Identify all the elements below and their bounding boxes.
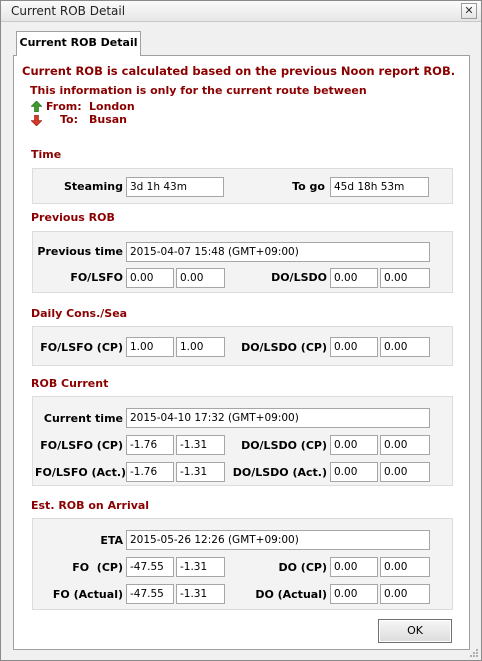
- arrival-fo-cp-field[interactable]: -47.55: [126, 557, 174, 577]
- arrival-do-cp-label: DO (CP): [278, 561, 327, 574]
- section-title-rob-current: ROB Current: [31, 377, 109, 390]
- prev-do-field[interactable]: 0.00: [330, 268, 378, 288]
- arrival-lsdo-cp-field[interactable]: 0.00: [380, 557, 430, 577]
- prev-fo-lsfo-label: FO/LSFO: [70, 271, 123, 284]
- current-lsdo-act-field[interactable]: 0.00: [380, 462, 430, 482]
- red-down-arrow-icon: [31, 115, 42, 126]
- previous-time-field[interactable]: 2015-04-07 15:48 (GMT+09:00): [126, 242, 430, 262]
- current-fo-lsfo-act-label: FO/LSFO (Act.): [35, 466, 127, 479]
- daily-do-lsdo-cp-label: DO/LSDO (CP): [241, 341, 327, 354]
- arrival-lsdo-actual-field[interactable]: 0.00: [380, 584, 430, 604]
- prev-fo-field[interactable]: 0.00: [126, 268, 174, 288]
- current-do-act-field[interactable]: 0.00: [330, 462, 378, 482]
- daily-cons-group: FO/LSFO (CP) 1.00 1.00 DO/LSDO (CP) 0.00…: [32, 326, 453, 366]
- arrival-fo-cp-label: FO (CP): [72, 561, 123, 574]
- rob-current-group: Current time 2015-04-10 17:32 (GMT+09:00…: [32, 396, 453, 486]
- arrival-fo-actual-field[interactable]: -47.55: [126, 584, 174, 604]
- eta-field[interactable]: 2015-05-26 12:26 (GMT+09:00): [126, 530, 430, 550]
- current-fo-cp-field[interactable]: -1.76: [126, 435, 174, 455]
- previous-time-label: Previous time: [37, 245, 123, 258]
- current-fo-act-field[interactable]: -1.76: [126, 462, 174, 482]
- daily-do-field[interactable]: 0.00: [330, 337, 378, 357]
- prev-lsdo-field[interactable]: 0.00: [380, 268, 430, 288]
- daily-fo-lsfo-cp-label: FO/LSFO (CP): [40, 341, 123, 354]
- section-title-est-rob-arrival: Est. ROB on Arrival: [31, 499, 150, 512]
- green-up-arrow-icon: [31, 101, 42, 112]
- arrival-group: ETA 2015-05-26 12:26 (GMT+09:00) FO (CP)…: [32, 518, 453, 610]
- previous-rob-group: Previous time 2015-04-07 15:48 (GMT+09:0…: [32, 231, 453, 293]
- section-title-previous-rob: Previous ROB: [31, 211, 115, 224]
- daily-lsdo-field[interactable]: 0.00: [380, 337, 430, 357]
- to-label: To:: [60, 113, 78, 126]
- arrival-do-cp-field[interactable]: 0.00: [330, 557, 378, 577]
- from-port: London: [89, 100, 135, 113]
- togo-label: To go: [292, 180, 325, 193]
- resize-grip-icon[interactable]: [469, 648, 479, 658]
- close-button[interactable]: ✕: [461, 3, 477, 19]
- steaming-field[interactable]: 3d 1h 43m: [126, 177, 224, 197]
- togo-field[interactable]: 45d 18h 53m: [330, 177, 429, 197]
- current-fo-lsfo-cp-label: FO/LSFO (CP): [40, 439, 123, 452]
- current-time-label: Current time: [43, 412, 123, 425]
- steaming-label: Steaming: [63, 180, 123, 193]
- current-time-field[interactable]: 2015-04-10 17:32 (GMT+09:00): [126, 408, 430, 428]
- info-line-calculation: Current ROB is calculated based on the p…: [22, 64, 456, 78]
- current-do-lsdo-cp-label: DO/LSDO (CP): [241, 439, 327, 452]
- arrival-do-actual-label: DO (Actual): [255, 588, 327, 601]
- to-port: Busan: [89, 113, 128, 126]
- ok-button[interactable]: OK: [378, 619, 452, 643]
- close-icon[interactable]: ✕: [464, 4, 473, 17]
- daily-lsfo-field[interactable]: 1.00: [176, 337, 225, 357]
- arrival-fo-actual-label: FO (Actual): [52, 588, 123, 601]
- section-title-daily-cons: Daily Cons./Sea: [31, 307, 128, 320]
- tab-current-rob-detail[interactable]: Current ROB Detail: [16, 31, 141, 56]
- window-title: Current ROB Detail: [11, 4, 126, 18]
- current-lsfo-cp-field[interactable]: -1.31: [176, 435, 225, 455]
- from-label: From:: [46, 100, 82, 113]
- arrival-lsfo-cp-field[interactable]: -1.31: [176, 557, 225, 577]
- title-bar[interactable]: Current ROB Detail ✕: [1, 1, 481, 22]
- current-do-cp-field[interactable]: 0.00: [330, 435, 378, 455]
- info-line-route: This information is only for the current…: [30, 84, 367, 97]
- eta-label: ETA: [100, 534, 123, 547]
- current-do-lsdo-act-label: DO/LSDO (Act.): [232, 466, 327, 479]
- rob-detail-window: Current ROB Detail ✕ Current ROB Detail …: [0, 0, 482, 661]
- current-lsdo-cp-field[interactable]: 0.00: [380, 435, 430, 455]
- prev-lsfo-field[interactable]: 0.00: [176, 268, 225, 288]
- daily-fo-field[interactable]: 1.00: [126, 337, 174, 357]
- arrival-lsfo-actual-field[interactable]: -1.31: [176, 584, 225, 604]
- section-title-time: Time: [31, 148, 62, 161]
- prev-do-lsdo-label: DO/LSDO: [271, 271, 327, 284]
- current-lsfo-act-field[interactable]: -1.31: [176, 462, 225, 482]
- tab-panel: Current ROB is calculated based on the p…: [13, 55, 470, 650]
- time-group: Steaming 3d 1h 43m To go 45d 18h 53m: [32, 168, 453, 204]
- arrival-do-actual-field[interactable]: 0.00: [330, 584, 378, 604]
